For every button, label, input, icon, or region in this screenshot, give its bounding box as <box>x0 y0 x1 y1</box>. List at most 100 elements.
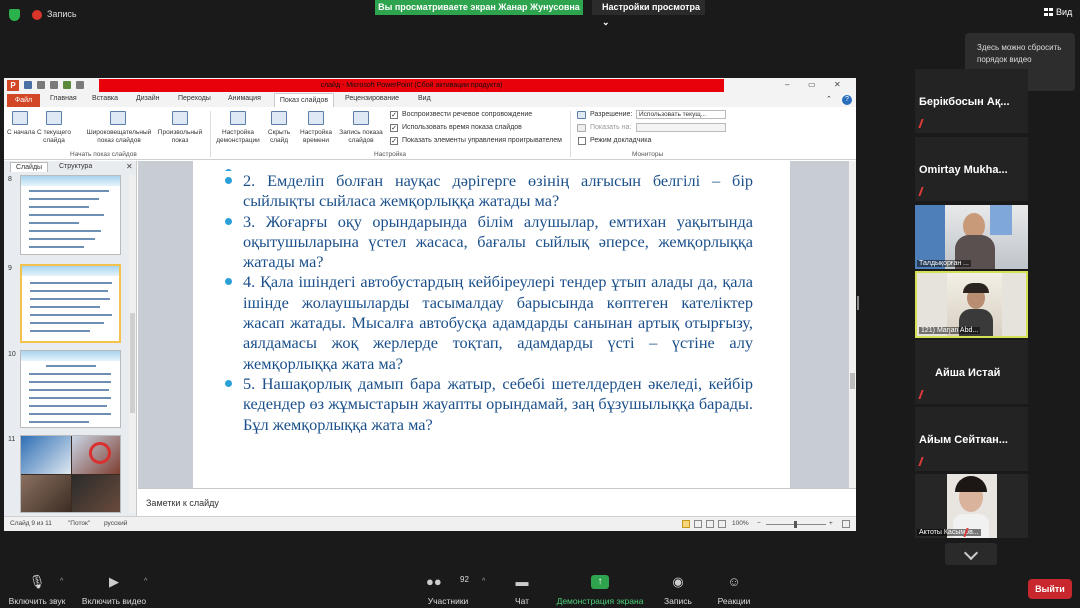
broadcast-icon[interactable] <box>110 111 126 125</box>
tab-insert[interactable]: Вставка <box>92 95 118 102</box>
record-button[interactable]: ◉ Запись <box>660 570 696 606</box>
help-icon[interactable]: ? <box>842 95 852 105</box>
tab-review[interactable]: Рецензирование <box>345 95 399 102</box>
zoom-level[interactable]: 100% <box>732 520 749 527</box>
close-icon[interactable]: ✕ <box>834 80 841 89</box>
normal-view-icon[interactable] <box>682 520 690 528</box>
slide-number: 11 <box>8 436 16 443</box>
record-show-button[interactable]: Запись показа слайдов <box>336 129 386 145</box>
redo-icon[interactable] <box>50 81 58 89</box>
participant-tile[interactable]: Айша Истай <box>915 340 1028 404</box>
participant-tile-video[interactable]: Актоты Касымов... <box>915 474 1028 538</box>
chevron-down-icon: ⌄ <box>602 17 610 27</box>
slide-thumbnail[interactable] <box>20 350 121 428</box>
zoom-in-icon[interactable]: + <box>829 520 833 527</box>
ribbon-tabs: Файл Главная Вставка Дизайн Переходы Ани… <box>4 93 856 107</box>
chevron-down-icon[interactable] <box>945 543 997 565</box>
split-handle[interactable] <box>857 296 859 310</box>
narration-checkbox[interactable]: ✓ <box>390 111 398 119</box>
collapse-ribbon-icon[interactable]: ⌃ <box>826 95 832 103</box>
maximize-icon[interactable]: ▭ <box>808 80 816 89</box>
emoji-icon: ☺ <box>727 574 741 589</box>
custom-show-button[interactable]: Произвольный показ <box>152 129 208 145</box>
fit-slide-icon[interactable] <box>842 520 850 528</box>
participant-name: Берікбосын Ақ... <box>919 96 1010 108</box>
tab-design[interactable]: Дизайн <box>136 95 160 102</box>
tab-file[interactable]: Файл <box>7 94 40 107</box>
participant-tile-video[interactable]: Талдықорған ... <box>915 205 1028 269</box>
panel-scrollbar[interactable] <box>129 175 136 513</box>
setup-show-button[interactable]: Настройка демонстрации <box>211 129 265 145</box>
tab-slide-show[interactable]: Показ слайдов <box>274 93 334 107</box>
participants-button[interactable]: ●● 92 Участники <box>420 570 476 606</box>
share-screen-button[interactable]: ↑ Демонстрация экрана <box>552 570 648 606</box>
zoom-slider-thumb[interactable] <box>794 521 797 528</box>
undo-icon[interactable] <box>37 81 45 89</box>
slide-number: 10 <box>8 351 16 358</box>
hide-slide-icon[interactable] <box>271 111 287 125</box>
status-bar: Слайд 9 из 11 "Поток" русский 100% − + <box>4 516 856 531</box>
notes-pane[interactable]: Заметки к слайду <box>138 488 856 516</box>
view-button[interactable]: Вид <box>1044 7 1072 17</box>
customize-icon[interactable] <box>76 81 84 89</box>
reactions-button[interactable]: ☺ Реакции <box>712 570 756 606</box>
chevron-up-icon[interactable]: ^ <box>482 578 485 585</box>
resolution-select[interactable]: Использовать текущ... <box>636 110 726 119</box>
from-start-button[interactable]: С начала <box>4 129 38 137</box>
leave-button[interactable]: Выйти <box>1028 579 1072 599</box>
tab-view[interactable]: Вид <box>418 95 431 102</box>
start-video-button[interactable]: ▶ Включить видео <box>78 570 150 606</box>
participant-tile[interactable]: Omirtay Mukha... <box>915 137 1028 201</box>
custom-show-icon[interactable] <box>172 111 188 125</box>
participant-tile[interactable]: Берікбосын Ақ... <box>915 69 1028 133</box>
from-start-icon[interactable] <box>12 111 28 125</box>
slide-thumbnail-selected[interactable] <box>20 264 121 343</box>
record-show-icon[interactable] <box>353 111 369 125</box>
chevron-up-icon[interactable]: ^ <box>144 578 147 585</box>
participant-tile-active-speaker[interactable]: 121) Marjan Abd... <box>915 271 1028 338</box>
slideshow-view-icon[interactable] <box>718 520 726 528</box>
rehearse-icon[interactable] <box>308 111 324 125</box>
current-slide[interactable]: 2. Емделіп болған науқас дәрігерге өзіні… <box>193 161 790 488</box>
from-current-button[interactable]: С текущего слайда <box>34 129 74 145</box>
chevron-up-icon[interactable]: ^ <box>60 578 63 585</box>
slide-canvas: 2. Емделіп болған науқас дәрігерге өзіні… <box>138 161 849 488</box>
close-panel-icon[interactable]: ✕ <box>126 162 133 171</box>
slide-scrollbar[interactable] <box>849 161 856 488</box>
hide-slide-button[interactable]: Скрыть слайд <box>262 129 296 145</box>
tab-animations[interactable]: Анимация <box>228 95 261 102</box>
slide-bullet: 3. Жоғарғы оқу орындарында білім алушыла… <box>223 212 753 273</box>
view-options-button[interactable]: Настройки просмотра ⌄ <box>592 0 705 27</box>
unmute-button[interactable]: 🎙 Включить звук <box>4 570 70 606</box>
reading-view-icon[interactable] <box>706 520 714 528</box>
show-on-select[interactable] <box>636 123 726 132</box>
sorter-view-icon[interactable] <box>694 520 702 528</box>
shield-icon[interactable] <box>9 9 20 21</box>
muted-icon <box>918 187 929 196</box>
timings-checkbox[interactable]: ✓ <box>390 124 398 132</box>
powerpoint-window: P слайд - Microsoft PowerPoint (Сбой акт… <box>4 78 856 531</box>
controls-checkbox[interactable]: ✓ <box>390 137 398 145</box>
minimize-icon[interactable]: – <box>785 80 789 89</box>
zoom-out-icon[interactable]: − <box>757 520 761 527</box>
save-icon[interactable] <box>24 81 32 89</box>
tab-transitions[interactable]: Переходы <box>178 95 211 102</box>
slide-thumbnail[interactable] <box>20 435 121 513</box>
slide-thumbnail[interactable] <box>20 175 121 255</box>
slideshow-icon[interactable] <box>63 81 71 89</box>
grid-icon <box>1044 8 1053 16</box>
participant-tile[interactable]: Айым Сейткан... <box>915 407 1028 471</box>
record-icon: ◉ <box>672 574 684 589</box>
tab-outline[interactable]: Структура <box>54 162 97 171</box>
record-icon <box>32 10 42 20</box>
monitor-icon <box>577 124 586 132</box>
broadcast-button[interactable]: Широковещательный показ слайдов <box>80 129 158 145</box>
rehearse-button[interactable]: Настройка времени <box>296 129 336 145</box>
participant-name: 121) Marjan Abd... <box>919 327 981 334</box>
setup-show-icon[interactable] <box>230 111 246 125</box>
chat-button[interactable]: ▬ Чат <box>505 570 539 606</box>
from-current-icon[interactable] <box>46 111 62 125</box>
tab-slides[interactable]: Слайды <box>10 162 49 172</box>
tab-home[interactable]: Главная <box>50 95 77 102</box>
presenter-view-checkbox[interactable] <box>578 137 586 145</box>
